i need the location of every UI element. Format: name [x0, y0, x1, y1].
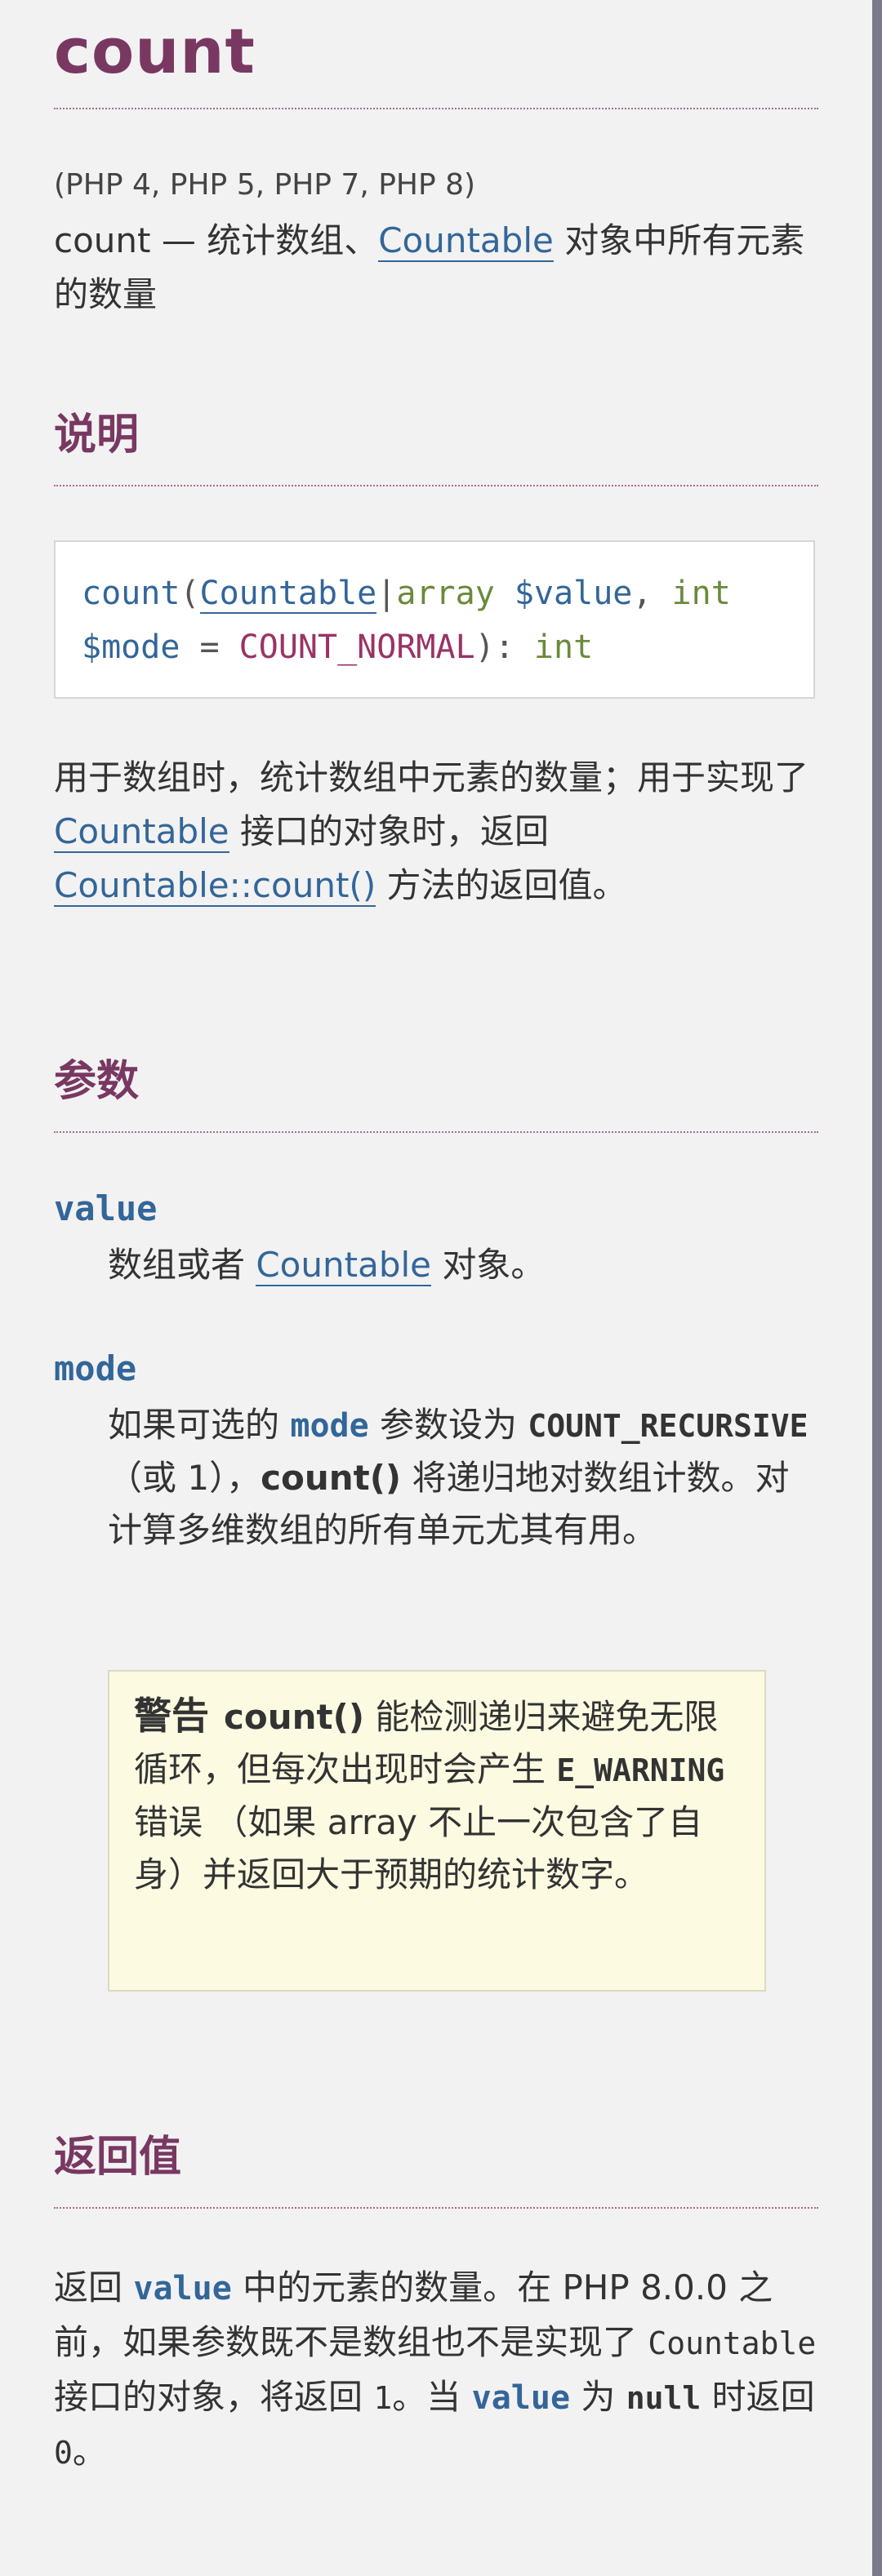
- refname: count — 统计数组、Countable 对象中所有元素的数量: [54, 220, 805, 314]
- warning-box: 警告 count() 能检测递归来避免无限循环，但每次出现时会产生 E_WARNI…: [108, 1670, 766, 1992]
- description-text: 用于数组时，统计数组中元素的数量；用于实现了 Countable 接口的对象时，…: [54, 757, 809, 907]
- returns-text: 返回 value 中的元素的数量。在 PHP 8.0.0 之前，如果参数既不是数…: [54, 2267, 817, 2472]
- param-value-def: 数组或者 Countable 对象。: [108, 1245, 546, 1286]
- param-mode-def: 如果可选的 mode 参数设为 COUNT_RECURSIVE（或 1），cou…: [108, 1405, 808, 1550]
- countable-link[interactable]: Countable: [54, 811, 229, 853]
- countable-count-link[interactable]: Countable::count(): [54, 865, 376, 907]
- page-title: count: [54, 15, 256, 87]
- description-heading: 说明: [54, 411, 140, 460]
- param-mode-term: mode: [54, 1348, 137, 1388]
- title-divider: [54, 108, 818, 109]
- param-value-term: value: [54, 1188, 158, 1228]
- scrollbar[interactable]: [872, 0, 882, 2576]
- countable-link[interactable]: Countable: [378, 220, 554, 262]
- returns-divider: [54, 2207, 818, 2209]
- parameters-heading: 参数: [54, 1057, 140, 1106]
- description-divider: [54, 485, 818, 486]
- countable-link[interactable]: Countable: [256, 1245, 431, 1286]
- version-info: (PHP 4, PHP 5, PHP 7, PHP 8): [54, 168, 476, 202]
- warning-title: 警告: [134, 1694, 209, 1738]
- countable-type-link[interactable]: Countable: [199, 575, 377, 614]
- parameters-divider: [54, 1131, 818, 1133]
- method-synopsis: count(Countable|array $value, int $mode …: [54, 540, 815, 699]
- returns-heading: 返回值: [54, 2133, 182, 2182]
